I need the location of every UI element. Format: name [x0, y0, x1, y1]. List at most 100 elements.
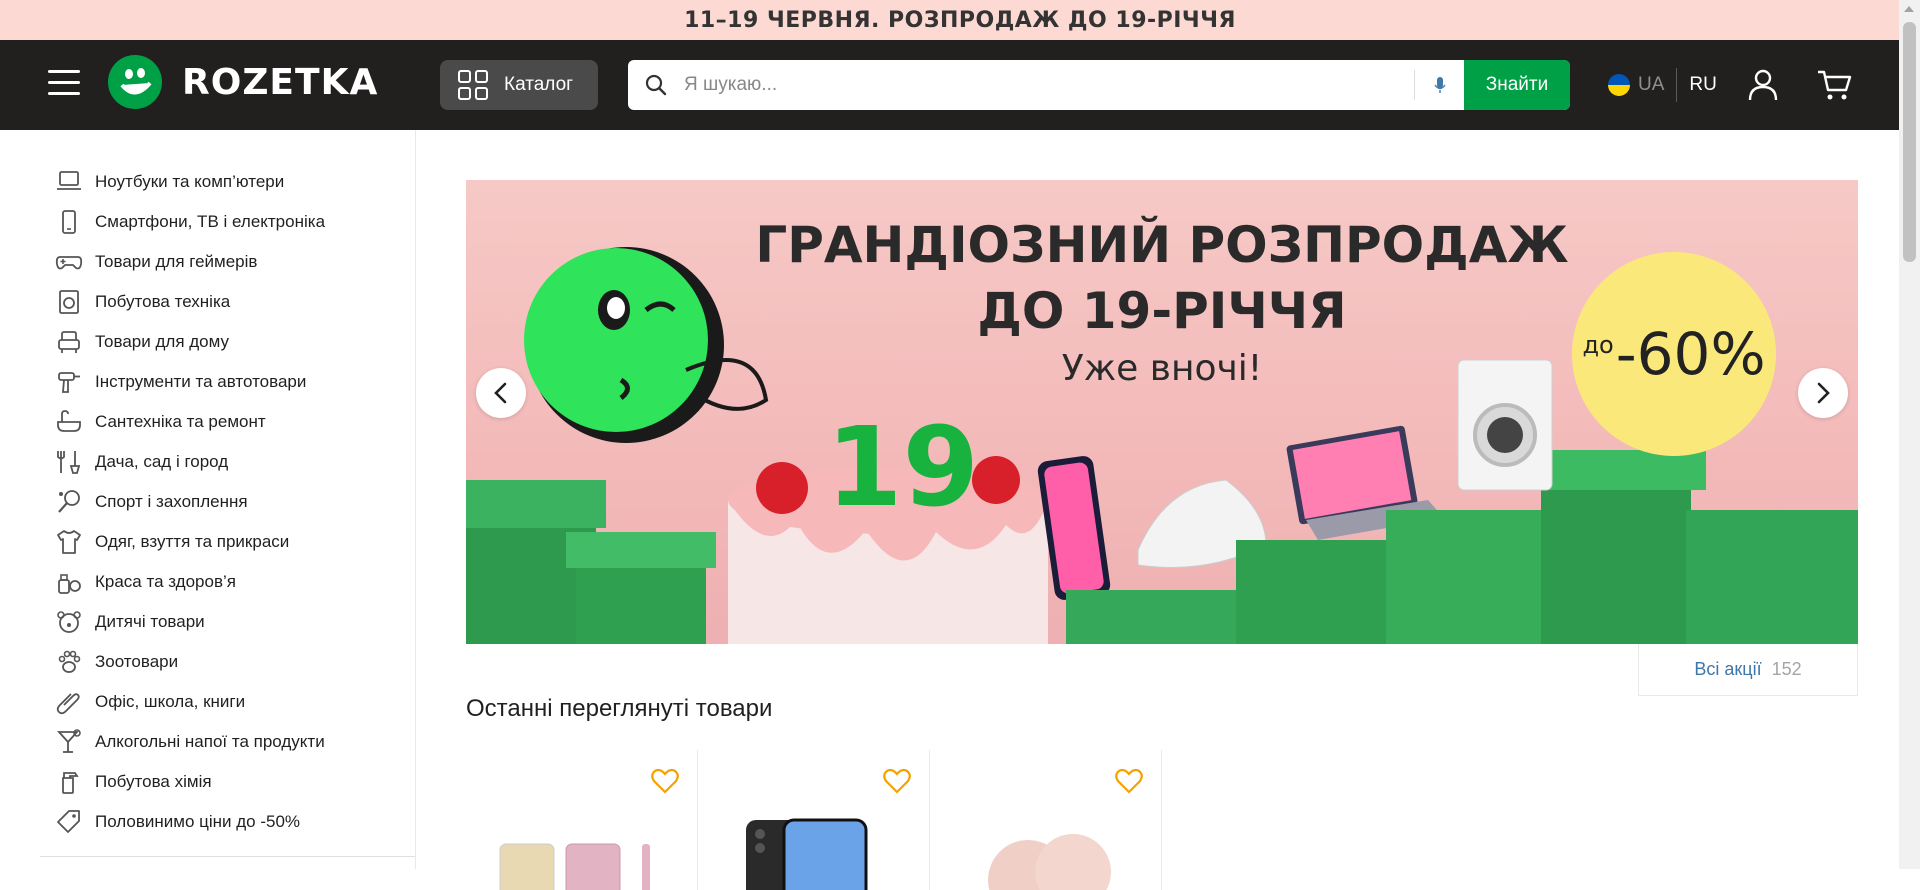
sidebar-category-item[interactable]: Половинимо ціни до -50% — [0, 802, 415, 842]
product-image — [988, 834, 1111, 890]
price-tag-icon — [55, 808, 83, 836]
heart-icon[interactable] — [1115, 768, 1143, 794]
sidebar-category-item[interactable]: Товари для дому — [0, 322, 415, 362]
cosmetics-icon — [55, 568, 83, 596]
chevron-right-icon — [1817, 382, 1830, 404]
recently-viewed-list — [466, 750, 1162, 890]
bathtub-icon — [55, 408, 83, 436]
washing-machine-icon — [55, 288, 83, 316]
sidebar-category-label: Побутова техніка — [95, 292, 231, 311]
sidebar-category-label: Спорт і захоплення — [95, 492, 248, 511]
sidebar-category-item[interactable]: Смартфони, ТВ і електроніка — [0, 202, 415, 242]
microphone-icon[interactable] — [1414, 70, 1464, 100]
sidebar-category-item[interactable]: Зоотовари — [0, 642, 415, 682]
page-scrollbar[interactable] — [1899, 0, 1920, 869]
sidebar-category-label: Половинимо ціни до -50% — [95, 812, 301, 831]
catalog-label: Каталог — [504, 74, 574, 95]
sidebar-category-item[interactable]: Інструменти та автотовари — [0, 362, 415, 402]
search-icon — [628, 74, 684, 96]
lang-divider — [1676, 68, 1678, 102]
sidebar-category-item[interactable]: Побутова техніка — [0, 282, 415, 322]
spray-bottle-icon — [55, 768, 83, 796]
sidebar-category-label: Краса та здоров’я — [95, 572, 236, 591]
sidebar-category-label: Смартфони, ТВ і електроніка — [95, 212, 326, 231]
gamepad-icon — [55, 248, 83, 276]
sidebar-category-label: Одяг, взуття та прикраси — [95, 532, 290, 551]
carousel-prev-button[interactable] — [476, 368, 526, 418]
smartphone-icon — [55, 208, 83, 236]
logo-text: ROZETKA — [182, 61, 379, 103]
search-input[interactable] — [684, 60, 1414, 110]
logo[interactable]: ROZETKA — [108, 55, 378, 109]
main-content: ГРАНДІОЗНИЙ РОЗПРОДАЖ ДО 19-РІЧЧЯ Уже вн… — [416, 130, 1899, 890]
lang-ru[interactable]: RU — [1689, 74, 1716, 96]
heart-icon[interactable] — [883, 768, 911, 794]
sidebar-category-label: Дитячі товари — [95, 612, 205, 631]
sidebar: Ноутбуки та комп’ютери Смартфони, ТВ і ел… — [0, 130, 416, 869]
cocktail-icon — [55, 728, 83, 756]
paperclip-icon — [55, 688, 83, 716]
sidebar-category-label: Інструменти та автотовари — [95, 372, 307, 391]
sidebar-category-item[interactable]: Дитячі товари — [0, 602, 415, 642]
promo-bar[interactable]: 11–19 ЧЕРВНЯ. РОЗПРОДАЖ ДО 19-РІЧЧЯ — [0, 0, 1920, 40]
product-image — [499, 843, 650, 890]
scroll-up-arrow-icon[interactable] — [1904, 6, 1914, 12]
recently-viewed-title: Останні переглянуті товари — [466, 695, 773, 722]
product-image — [746, 818, 868, 890]
sidebar-category-item[interactable]: Одяг, взуття та прикраси — [0, 522, 415, 562]
scrollbar-thumb[interactable] — [1903, 22, 1916, 262]
all-promos-count: 152 — [1771, 659, 1802, 679]
sidebar-category-item[interactable]: Дача, сад і город — [0, 442, 415, 482]
teddy-bear-icon — [55, 608, 83, 636]
category-list: Ноутбуки та комп’ютери Смартфони, ТВ і ел… — [0, 130, 415, 842]
sidebar-category-item[interactable]: Побутова хімія — [0, 762, 415, 802]
paw-icon — [55, 648, 83, 676]
catalog-button[interactable]: Каталог — [440, 60, 598, 110]
lang-ua[interactable]: UA — [1638, 74, 1664, 96]
sidebar-category-label: Сантехніка та ремонт — [95, 412, 266, 431]
laptop-icon — [55, 168, 83, 196]
promo-banner[interactable]: ГРАНДІОЗНИЙ РОЗПРОДАЖ ДО 19-РІЧЧЯ Уже вн… — [466, 180, 1858, 644]
sidebar-category-item[interactable]: Алкогольні напої та продукти — [0, 722, 415, 762]
sidebar-category-item[interactable]: Спорт і захоплення — [0, 482, 415, 522]
catalog-grid-icon — [458, 70, 488, 100]
ukraine-flag-icon — [1608, 74, 1630, 96]
sidebar-category-label: Зоотовари — [95, 652, 179, 671]
drill-icon — [55, 368, 83, 396]
sidebar-category-item[interactable]: Сантехніка та ремонт — [0, 402, 415, 442]
discount-prefix: до — [1582, 331, 1614, 359]
cake-number-text: 19 — [826, 403, 979, 531]
cart-icon[interactable] — [1816, 68, 1852, 102]
all-promos-link[interactable]: Всі акції 152 — [1638, 644, 1858, 696]
sidebar-category-item[interactable]: Краса та здоров’я — [0, 562, 415, 602]
garden-tools-icon — [55, 448, 83, 476]
product-card[interactable] — [466, 750, 698, 890]
all-promos-label: Всі акції — [1694, 659, 1762, 679]
user-icon[interactable] — [1746, 68, 1780, 102]
sidebar-category-item[interactable]: Товари для геймерів — [0, 242, 415, 282]
language-switcher: UA RU — [1608, 68, 1717, 102]
sidebar-category-label: Товари для геймерів — [95, 252, 258, 271]
product-card[interactable] — [930, 750, 1162, 890]
sidebar-category-item[interactable]: Офіс, школа, книги — [0, 682, 415, 722]
sidebar-category-label: Дача, сад і город — [95, 452, 229, 471]
sidebar-divider — [40, 856, 415, 857]
header: ROZETKA Каталог Знайти UA RU — [0, 40, 1899, 130]
product-card[interactable] — [698, 750, 930, 890]
tshirt-icon — [55, 528, 83, 556]
search-bar: Знайти — [628, 60, 1570, 110]
heart-icon[interactable] — [651, 768, 679, 794]
sidebar-category-label: Товари для дому — [95, 332, 229, 351]
sidebar-category-label: Офіс, школа, книги — [95, 692, 246, 711]
promo-bar-text: 11–19 ЧЕРВНЯ. РОЗПРОДАЖ ДО 19-РІЧЧЯ — [684, 8, 1236, 33]
logo-smiley-icon — [108, 55, 162, 109]
sidebar-category-label: Алкогольні напої та продукти — [95, 732, 325, 751]
armchair-icon — [55, 328, 83, 356]
sidebar-category-item[interactable]: Ноутбуки та комп’ютери — [0, 162, 415, 202]
discount-value: -60% — [1615, 320, 1766, 388]
menu-burger-icon[interactable] — [48, 70, 80, 98]
carousel-next-button[interactable] — [1798, 368, 1848, 418]
chevron-left-icon — [494, 382, 507, 404]
search-button[interactable]: Знайти — [1464, 60, 1570, 110]
sidebar-category-label: Ноутбуки та комп’ютери — [95, 172, 285, 191]
